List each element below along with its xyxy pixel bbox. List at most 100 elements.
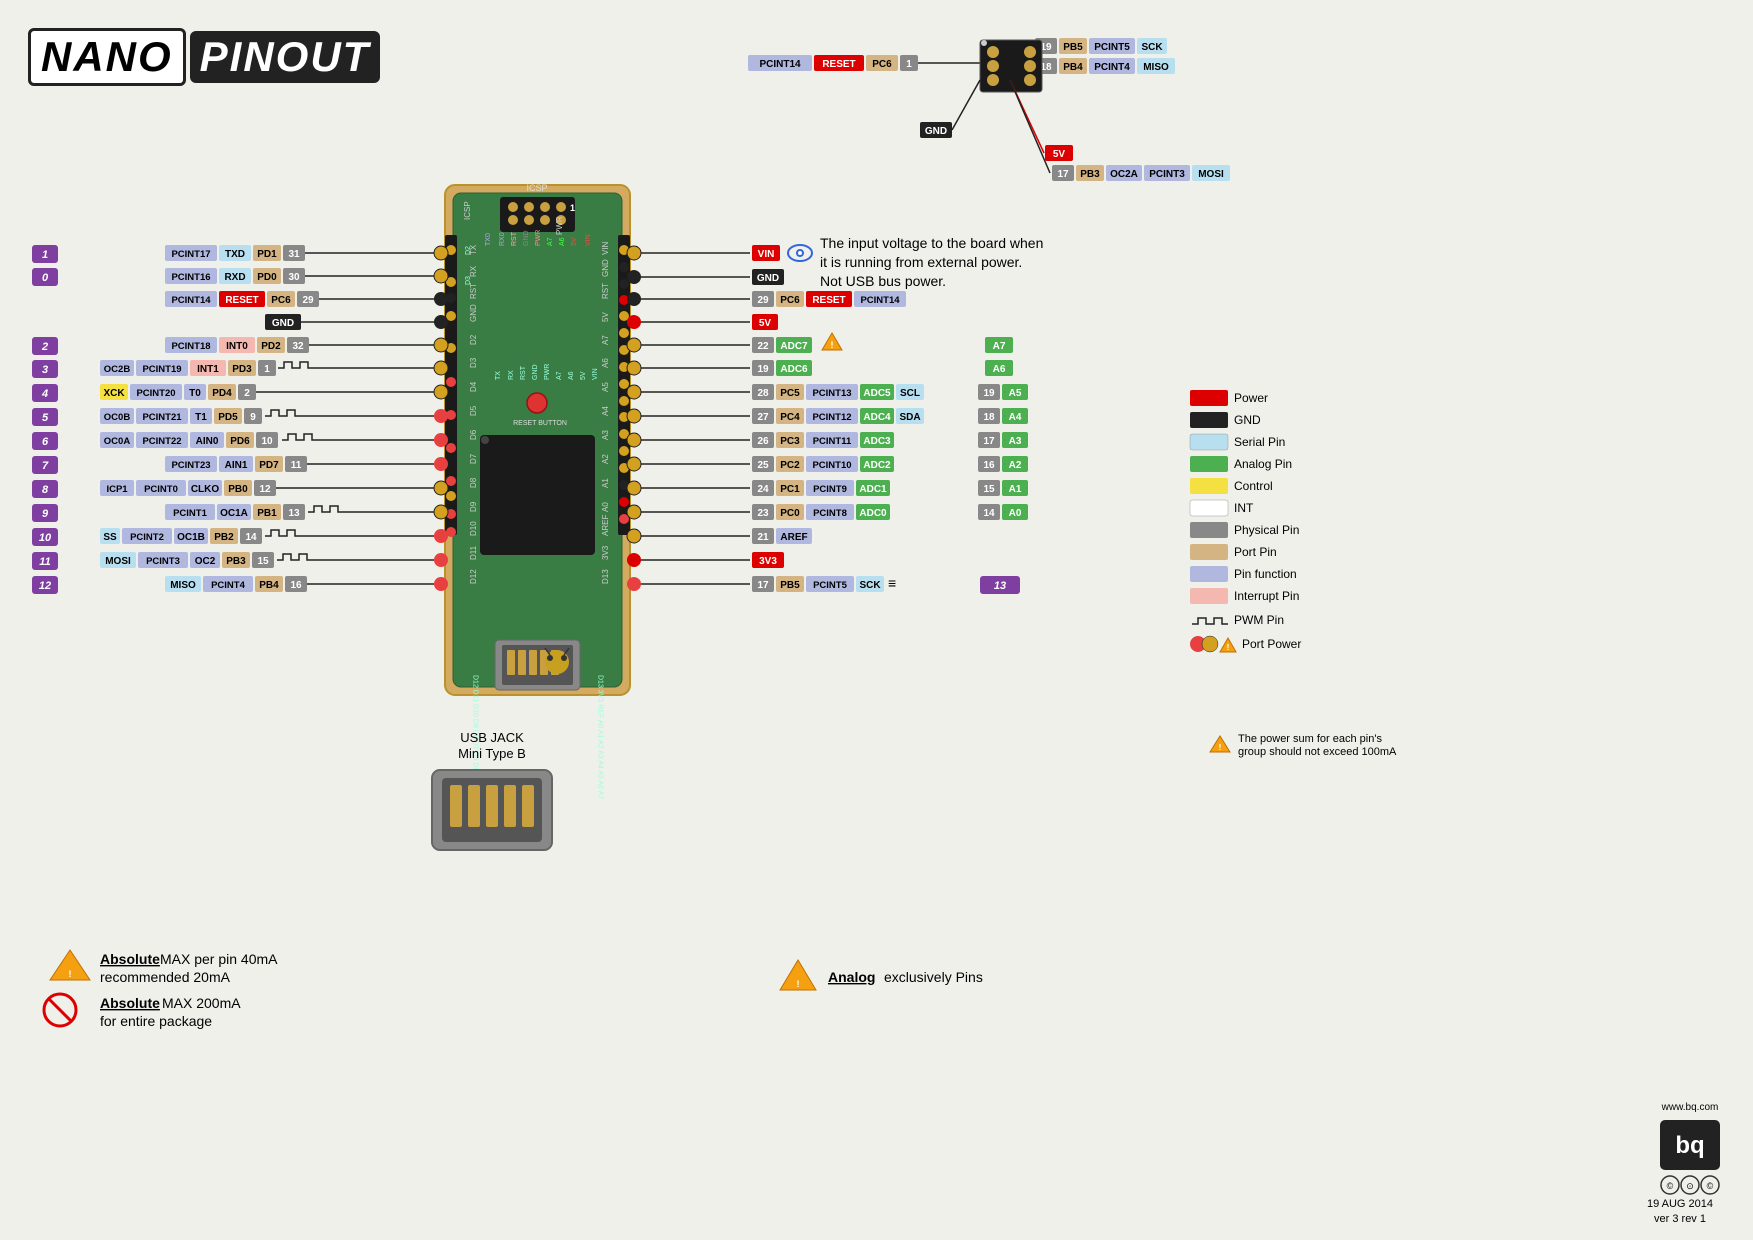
svg-text:PCINT1: PCINT1 <box>173 508 208 519</box>
svg-text:PB5: PB5 <box>780 580 800 591</box>
right-pin-a0: 23 PC0 PCINT8 ADC0 14 A0 <box>627 504 1028 520</box>
svg-text:TX: TX <box>495 371 502 380</box>
svg-text:4: 4 <box>41 388 48 400</box>
svg-text:PD1: PD1 <box>257 249 277 260</box>
svg-text:A0: A0 <box>601 502 610 512</box>
svg-text:PCINT13: PCINT13 <box>812 388 851 399</box>
svg-text:A7: A7 <box>547 237 554 246</box>
top-right-labels: PCINT14 RESET PC6 1 19 PB5 PCINT5 SCK <box>748 38 1230 181</box>
svg-text:A5: A5 <box>601 382 610 392</box>
svg-text:RST: RST <box>469 283 478 299</box>
svg-text:Absolute: Absolute <box>100 951 160 967</box>
svg-text:GND: GND <box>1234 413 1261 427</box>
svg-text:RST: RST <box>601 283 610 299</box>
svg-text:OC2A: OC2A <box>1110 169 1138 180</box>
svg-text:28: 28 <box>757 388 769 399</box>
svg-text:A2: A2 <box>1009 460 1022 471</box>
svg-text:OC2B: OC2B <box>104 364 131 375</box>
svg-text:GND: GND <box>272 318 294 329</box>
svg-text:21: 21 <box>757 532 769 543</box>
svg-text:D2: D2 <box>469 334 478 345</box>
svg-text:0: 0 <box>42 272 49 284</box>
svg-text:GND: GND <box>601 259 610 277</box>
svg-text:2: 2 <box>41 341 48 353</box>
svg-text:PCINT11: PCINT11 <box>813 436 852 447</box>
svg-text:GND: GND <box>925 126 947 137</box>
right-pin-aref: 21 AREF <box>627 528 812 544</box>
svg-text:RX0: RX0 <box>499 232 506 246</box>
svg-text:CLKO: CLKO <box>191 484 220 495</box>
svg-text:D5: D5 <box>469 405 478 416</box>
svg-text:GND: GND <box>532 364 539 380</box>
svg-text:5V: 5V <box>1053 149 1066 160</box>
svg-text:MOSI: MOSI <box>105 556 131 567</box>
svg-text:PB5: PB5 <box>1063 42 1083 53</box>
svg-text:12: 12 <box>259 484 271 495</box>
svg-text:13: 13 <box>994 580 1006 592</box>
svg-text:D12: D12 <box>469 569 478 584</box>
svg-text:The input voltage to the board: The input voltage to the board when <box>820 235 1043 251</box>
svg-text:PCINT16: PCINT16 <box>171 272 210 283</box>
svg-text:PB1: PB1 <box>257 508 277 519</box>
svg-text:PCINT4: PCINT4 <box>211 580 246 591</box>
svg-text:A6: A6 <box>568 371 575 380</box>
svg-text:A1: A1 <box>601 478 610 488</box>
svg-text:16: 16 <box>983 460 995 471</box>
svg-text:PD3: PD3 <box>232 364 252 375</box>
svg-text:A7: A7 <box>556 371 563 380</box>
usb-jack-label: USB JACK Mini Type B <box>432 730 552 850</box>
svg-text:PCINT18: PCINT18 <box>171 341 210 352</box>
svg-text:PC6: PC6 <box>872 59 892 70</box>
svg-text:Analog Pin: Analog Pin <box>1234 457 1292 471</box>
svg-text:PB3: PB3 <box>226 556 246 567</box>
svg-text:GND: GND <box>757 273 779 284</box>
svg-text:PCINT3: PCINT3 <box>1149 169 1185 180</box>
svg-text:SS: SS <box>103 532 117 543</box>
svg-text:AIN1: AIN1 <box>225 460 248 471</box>
svg-text:6: 6 <box>42 436 49 448</box>
svg-text:19: 19 <box>757 364 769 375</box>
svg-text:29: 29 <box>302 295 314 306</box>
svg-text:PCINT23: PCINT23 <box>171 460 210 471</box>
left-pin-7: 7 PCINT23 AIN1 PD7 11 <box>32 456 448 474</box>
svg-text:it is running from external po: it is running from external power. <box>820 254 1022 270</box>
svg-text:PCINT12: PCINT12 <box>812 412 851 423</box>
svg-text:RXD: RXD <box>224 272 245 283</box>
svg-text:ADC1: ADC1 <box>859 484 887 495</box>
svg-text:GND: GND <box>469 304 478 322</box>
svg-text:9: 9 <box>42 508 49 520</box>
svg-text:PCINT3: PCINT3 <box>146 556 180 567</box>
svg-text:ADC6: ADC6 <box>780 364 808 375</box>
svg-text:≡: ≡ <box>888 575 896 591</box>
right-pin-vin: VIN <box>627 245 812 261</box>
svg-text:A3: A3 <box>1009 436 1022 447</box>
svg-text:group should not exceed 100mA: group should not exceed 100mA <box>1238 746 1397 758</box>
svg-text:INT0: INT0 <box>226 341 248 352</box>
left-pin-0: 0 PCINT16 RXD PD0 30 <box>32 268 448 286</box>
svg-text:23: 23 <box>757 508 769 519</box>
svg-text:PC1: PC1 <box>780 484 800 495</box>
svg-text:A7: A7 <box>601 335 610 345</box>
svg-text:PCINT2: PCINT2 <box>130 532 164 543</box>
svg-text:OC1B: OC1B <box>177 532 205 543</box>
svg-text:!: ! <box>69 969 72 979</box>
svg-text:MAX per pin 40mA: MAX per pin 40mA <box>160 951 278 967</box>
svg-text:ADC2: ADC2 <box>863 460 891 471</box>
svg-text:PC4: PC4 <box>780 412 800 423</box>
svg-text:The power sum for each pin's: The power sum for each pin's <box>1238 733 1382 745</box>
svg-text:11: 11 <box>291 460 302 471</box>
svg-text:A0: A0 <box>1009 508 1022 519</box>
svg-text:PD7: PD7 <box>259 460 279 471</box>
svg-text:⊙: ⊙ <box>1686 1181 1694 1191</box>
svg-text:Mini Type B: Mini Type B <box>458 746 526 761</box>
svg-text:RESET: RESET <box>812 295 845 306</box>
svg-text:PB4: PB4 <box>259 580 279 591</box>
svg-text:Analog: Analog <box>828 969 875 985</box>
left-pin-1: 1 PCINT17 TXD PD1 31 <box>32 245 448 263</box>
svg-text:ADC5: ADC5 <box>863 388 891 399</box>
svg-text:PCINT9: PCINT9 <box>813 484 847 495</box>
svg-text:PB0: PB0 <box>228 484 248 495</box>
svg-text:2: 2 <box>244 388 250 399</box>
right-pin-3v3: 3V3 <box>627 552 784 568</box>
left-pin-10: 10 SS PCINT2 OC1B PB2 14 <box>32 528 448 546</box>
